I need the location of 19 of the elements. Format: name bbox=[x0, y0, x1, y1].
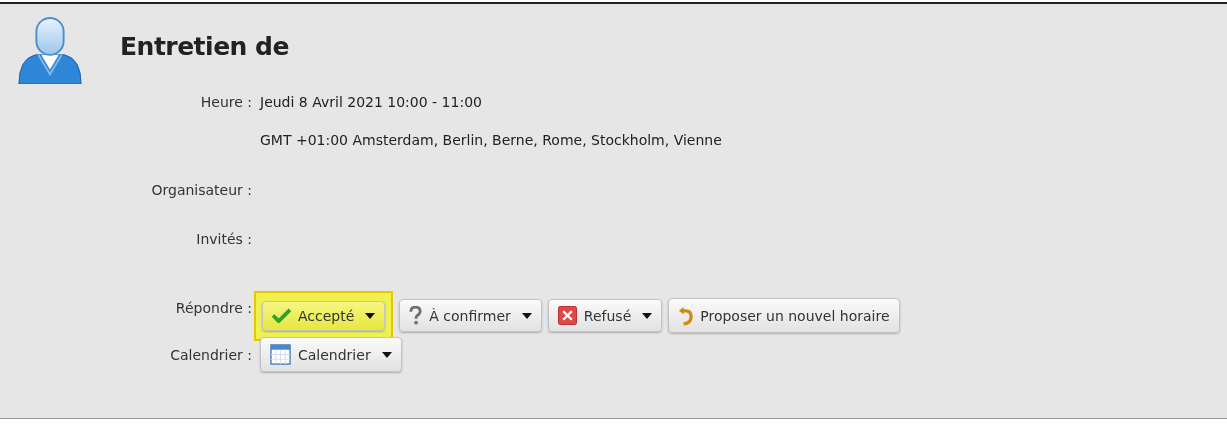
calendar-icon bbox=[270, 344, 291, 365]
field-label: Répondre : bbox=[174, 299, 252, 316]
person-icon bbox=[16, 16, 84, 84]
field-label: Organisateur : bbox=[150, 182, 252, 198]
response-button[interactable]: Refusé bbox=[547, 299, 663, 332]
field-label: Calendrier : bbox=[169, 346, 252, 363]
calendar-dropdown[interactable]: Calendrier bbox=[260, 337, 402, 372]
response-button[interactable]: À confirmer bbox=[399, 299, 542, 332]
response-button[interactable]: Accepté bbox=[262, 300, 386, 331]
cross-icon bbox=[557, 306, 577, 325]
check-icon bbox=[272, 308, 291, 323]
field-value: GMT +01:00 Amsterdam, Berlin, Berne, Rome, Stockholm, Vienne bbox=[260, 132, 722, 148]
field-value: Jeudi 8 Avril 2021 10:00 - 11:00 bbox=[260, 94, 483, 110]
field-label: Heure : bbox=[199, 94, 252, 110]
undo-arrow-icon bbox=[678, 305, 694, 326]
response-button[interactable]: Proposer un nouvel horaire bbox=[668, 298, 900, 333]
question-icon bbox=[409, 306, 423, 325]
meeting-title: Entretien de bbox=[120, 32, 289, 61]
field-label: Invités : bbox=[195, 231, 252, 247]
